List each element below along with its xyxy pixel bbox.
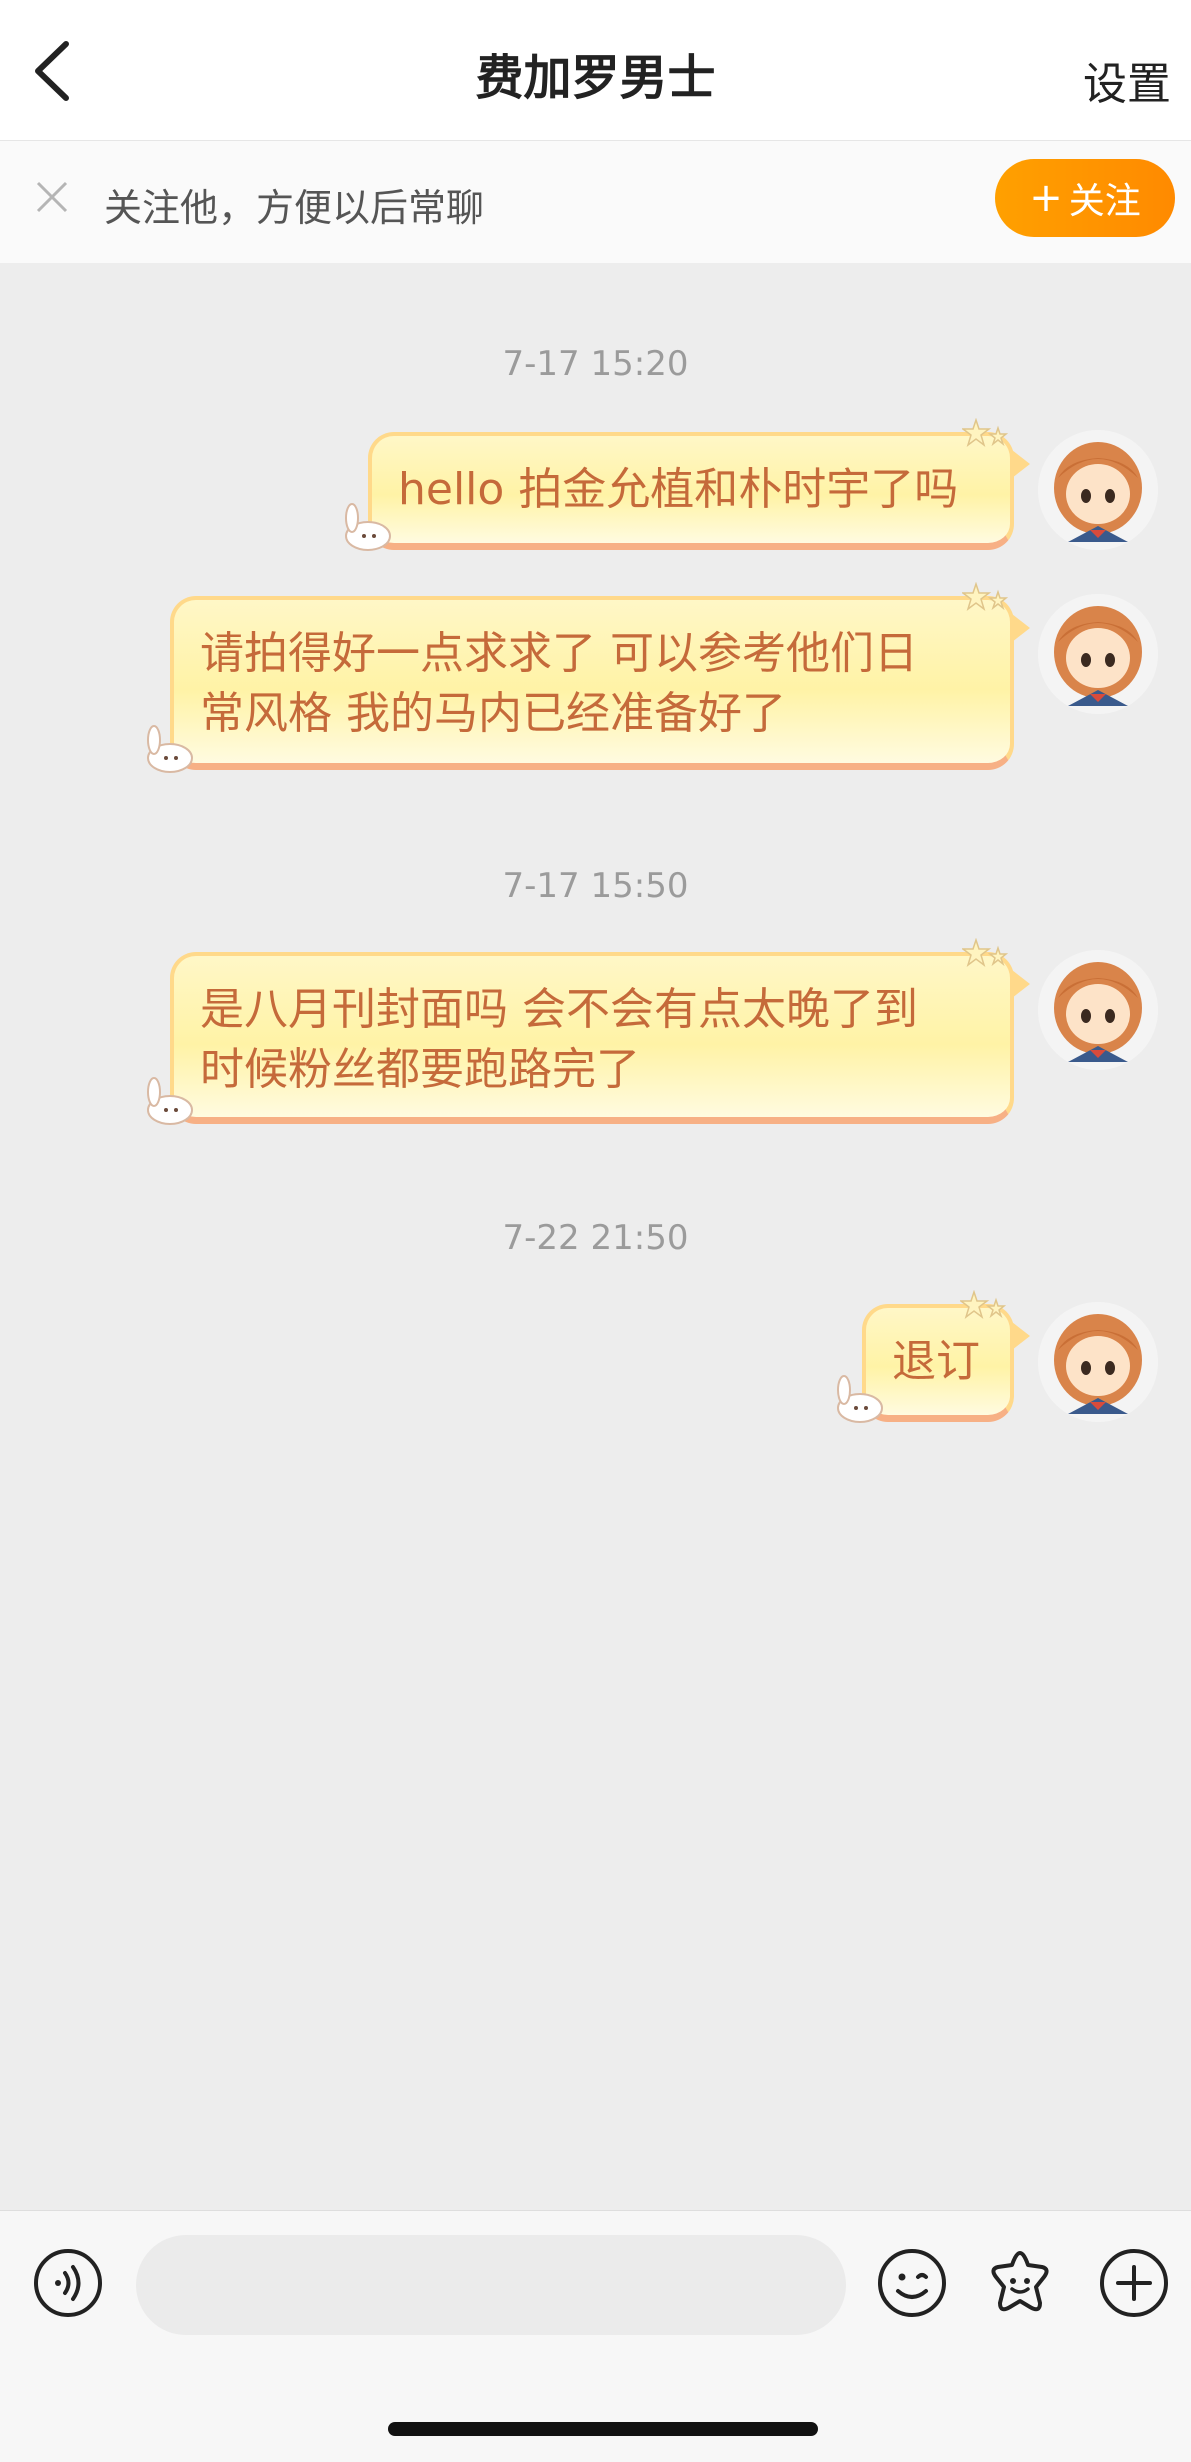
close-icon[interactable]	[34, 179, 70, 215]
message-text-line: 常风格 我的马内已经准备好了	[200, 688, 786, 739]
message-text-line: 时候粉丝都要跑路完了	[200, 1044, 640, 1095]
user-avatar[interactable]	[1038, 430, 1158, 550]
follow-prompt: 关注他，方便以后常聊	[104, 186, 485, 230]
chat-title: 费加罗男士	[475, 50, 716, 106]
voice-icon[interactable]	[32, 2247, 104, 2319]
star-decoration-icon	[962, 582, 1009, 611]
message-bubble[interactable]: 是八月刊封面吗 会不会有点太晚了到 时候粉丝都要跑路完了	[170, 952, 1014, 1124]
star-decoration-icon	[962, 938, 1009, 967]
message-text-line: 请拍得好一点求求了 可以参考他们日	[200, 628, 918, 679]
emoji-icon[interactable]	[876, 2247, 948, 2319]
home-indicator	[388, 2422, 818, 2436]
timestamp: 7-22 21:50	[502, 1218, 689, 1258]
bunny-decoration-icon	[147, 1077, 193, 1125]
navigation-bar: 费加罗男士 设置	[0, 0, 1191, 141]
star-decoration-icon	[962, 418, 1009, 447]
timestamp: 7-17 15:50	[502, 866, 689, 906]
bubble-tail	[1012, 614, 1030, 642]
star-decoration-icon	[960, 1290, 1007, 1319]
bubble-tail	[1012, 1322, 1030, 1350]
sticker-icon[interactable]	[984, 2247, 1056, 2319]
timestamp: 7-17 15:20	[502, 344, 689, 384]
user-avatar[interactable]	[1038, 594, 1158, 714]
follow-button-label: 关注	[1068, 181, 1141, 222]
follow-button[interactable]: + 关注	[995, 159, 1175, 237]
bunny-decoration-icon	[147, 725, 193, 773]
follow-banner: 关注他，方便以后常聊 + 关注	[0, 141, 1191, 263]
bubble-tail	[1012, 970, 1030, 998]
bubble-tail	[1012, 450, 1030, 478]
message-input[interactable]	[136, 2235, 846, 2335]
message-text-line: 是八月刊封面吗 会不会有点太晚了到	[200, 984, 918, 1035]
message-text: 退订	[892, 1336, 980, 1387]
user-avatar[interactable]	[1038, 950, 1158, 1070]
message-text: hello 拍金允植和朴时宇了吗	[398, 464, 959, 515]
settings-button[interactable]: 设置	[1083, 48, 1171, 112]
plus-icon: +	[1029, 175, 1063, 221]
user-avatar[interactable]	[1038, 1302, 1158, 1422]
message-bubble[interactable]: 请拍得好一点求求了 可以参考他们日 常风格 我的马内已经准备好了	[170, 596, 1014, 770]
message-bubble[interactable]: hello 拍金允植和朴时宇了吗	[368, 432, 1014, 550]
bunny-decoration-icon	[837, 1375, 883, 1423]
plus-icon[interactable]	[1098, 2247, 1170, 2319]
bunny-decoration-icon	[345, 503, 391, 551]
